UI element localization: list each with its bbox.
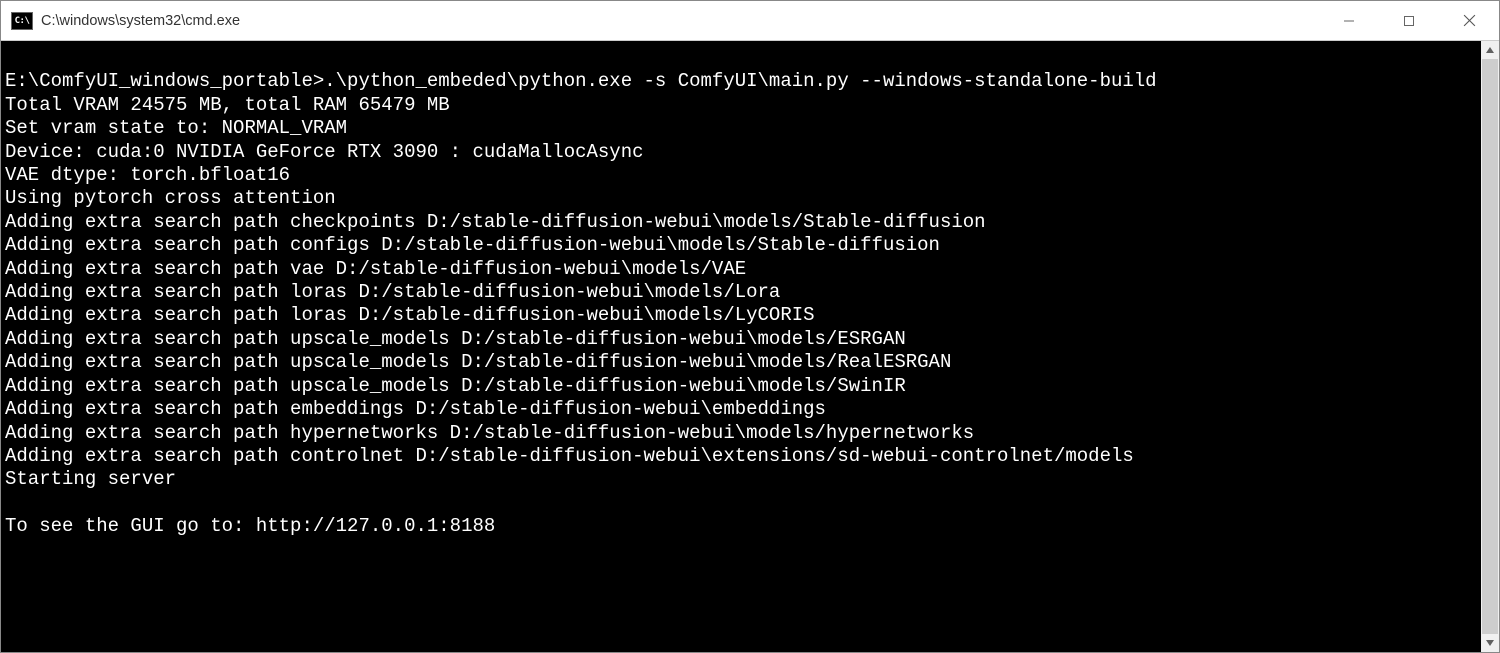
titlebar[interactable]: C:\ C:\windows\system32\cmd.exe: [1, 1, 1499, 41]
vertical-scrollbar[interactable]: [1481, 41, 1499, 652]
terminal-area: E:\ComfyUI_windows_portable>.\python_emb…: [1, 41, 1499, 652]
scroll-up-arrow-icon[interactable]: [1481, 41, 1499, 59]
close-button[interactable]: [1439, 1, 1499, 40]
minimize-button[interactable]: [1319, 1, 1379, 40]
window-controls: [1319, 1, 1499, 40]
scrollbar-thumb[interactable]: [1482, 59, 1498, 634]
cmd-window: C:\ C:\windows\system32\cmd.exe E:\Comfy…: [0, 0, 1500, 653]
maximize-button[interactable]: [1379, 1, 1439, 40]
scroll-down-arrow-icon[interactable]: [1481, 634, 1499, 652]
scrollbar-track[interactable]: [1481, 59, 1499, 634]
cmd-icon: C:\: [11, 12, 33, 30]
window-title: C:\windows\system32\cmd.exe: [41, 13, 240, 29]
terminal-output[interactable]: E:\ComfyUI_windows_portable>.\python_emb…: [1, 41, 1481, 652]
